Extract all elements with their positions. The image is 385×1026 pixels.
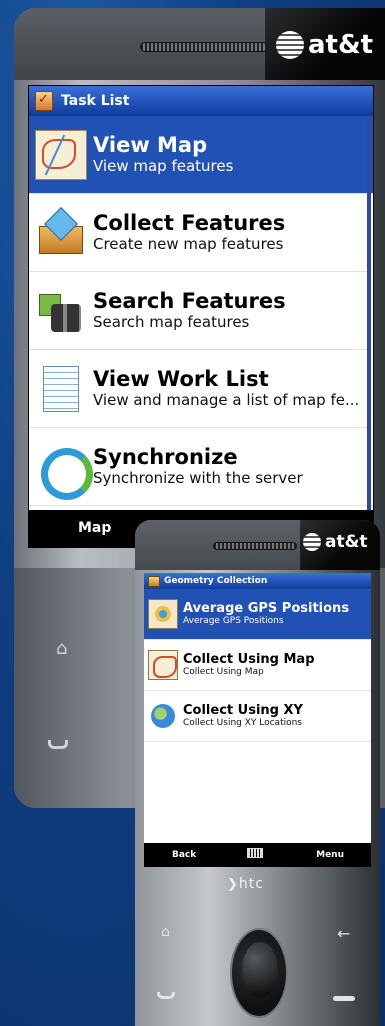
phone-front: at&t Geometry Collection Average GPS Pos… — [135, 520, 380, 1026]
task-item-search-features[interactable]: Search Features Search map features — [29, 272, 373, 350]
screen-title: Task List — [61, 93, 130, 109]
item-subtitle: Search map features — [93, 313, 250, 331]
sync-icon — [35, 442, 93, 500]
gps-icon — [148, 599, 178, 629]
keyboard-icon[interactable] — [247, 848, 263, 858]
option-title: Collect Using XY — [183, 703, 303, 718]
item-subtitle: View and manage a list of map fe... — [93, 391, 360, 409]
title-bar: Task List — [29, 86, 373, 116]
item-title: View Map — [93, 133, 208, 157]
carrier-logo: at&t — [276, 30, 373, 60]
task-list-screen: Task List View Map View map features Col… — [28, 85, 374, 548]
item-title: View Work List — [93, 367, 269, 391]
home-button-icon[interactable]: ⌂ — [161, 924, 170, 940]
option-collect-using-map[interactable]: Collect Using Map Collect Using Map — [144, 640, 371, 691]
speaker-grille — [213, 542, 297, 550]
dpad-center-button[interactable] — [242, 942, 278, 998]
htc-mark-icon: ❯ — [227, 877, 239, 892]
att-globe-icon — [303, 533, 321, 551]
softkey-back[interactable]: Back — [172, 850, 196, 860]
task-item-collect-features[interactable]: Collect Features Create new map features — [29, 194, 373, 272]
softkey-map[interactable]: Map — [78, 520, 111, 536]
item-title: Search Features — [93, 289, 286, 313]
option-title: Collect Using Map — [183, 652, 315, 667]
task-item-synchronize[interactable]: Synchronize Synchronize with the server — [29, 428, 373, 506]
call-button-icon[interactable] — [48, 740, 68, 749]
scrollbar[interactable] — [367, 118, 371, 513]
task-list-icon — [35, 91, 53, 111]
document-icon — [35, 364, 87, 414]
box-icon — [35, 208, 87, 258]
end-call-button-icon[interactable] — [333, 996, 355, 1001]
softkey-bar: Back Menu — [144, 843, 371, 867]
item-subtitle: View map features — [93, 157, 234, 175]
option-title: Average GPS Positions — [183, 601, 350, 616]
htc-logo: ❯htc — [227, 876, 264, 892]
carrier-logo: at&t — [303, 532, 368, 552]
screen-title: Geometry Collection — [164, 576, 268, 586]
back-button-icon[interactable]: ← — [337, 924, 350, 943]
geometry-collection-screen: Geometry Collection Average GPS Position… — [144, 573, 371, 849]
map-icon — [148, 650, 178, 680]
call-button-icon[interactable] — [157, 992, 175, 999]
item-subtitle: Synchronize with the server — [93, 469, 303, 487]
item-title: Collect Features — [93, 211, 286, 235]
globe-icon — [148, 701, 178, 731]
home-button-icon[interactable]: ⌂ — [56, 638, 67, 659]
collection-icon — [148, 575, 160, 587]
binoculars-icon — [35, 286, 87, 336]
att-globe-icon — [276, 31, 304, 59]
option-subtitle: Average GPS Positions — [183, 616, 284, 626]
option-subtitle: Collect Using Map — [183, 667, 264, 677]
softkey-menu[interactable]: Menu — [316, 850, 344, 860]
task-item-view-map[interactable]: View Map View map features — [29, 116, 373, 194]
task-item-view-work-list[interactable]: View Work List View and manage a list of… — [29, 350, 373, 428]
item-subtitle: Create new map features — [93, 235, 284, 253]
item-title: Synchronize — [93, 445, 238, 469]
title-bar: Geometry Collection — [144, 573, 371, 589]
option-subtitle: Collect Using XY Locations — [183, 718, 302, 728]
option-collect-using-xy[interactable]: Collect Using XY Collect Using XY Locati… — [144, 691, 371, 742]
speaker-grille — [140, 42, 268, 52]
option-average-gps[interactable]: Average GPS Positions Average GPS Positi… — [144, 589, 371, 640]
map-icon — [35, 129, 87, 180]
